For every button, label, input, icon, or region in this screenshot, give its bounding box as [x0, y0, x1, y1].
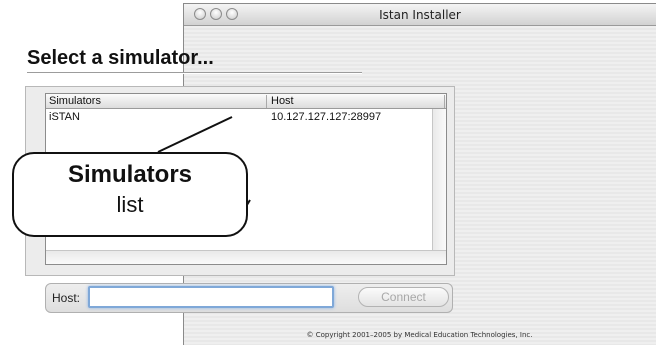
callout-subtitle: list: [116, 192, 144, 217]
callout-title: Simulators: [67, 161, 193, 188]
simulators-list-callout: Simulators list: [12, 152, 248, 237]
